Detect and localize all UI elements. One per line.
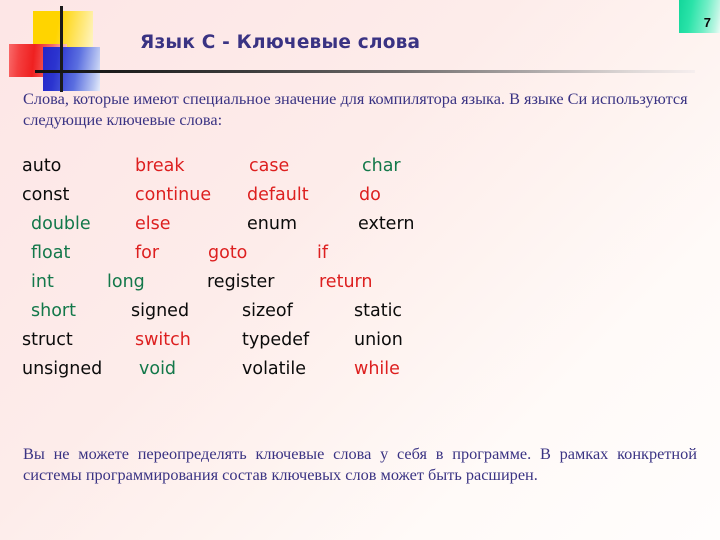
slide-canvas: 7 Язык С - Ключевые слова Слова, которые… (0, 0, 720, 540)
keyword-short: short (31, 301, 76, 321)
keyword-register: register (207, 272, 275, 292)
keyword-grid: auto break case char const continue default do d… (22, 156, 462, 390)
logo-vertical-bar-icon (60, 6, 63, 92)
keyword-default: default (247, 185, 309, 205)
page-title: Язык С - Ключевые слова (140, 32, 421, 53)
page-number-label: 7 (703, 15, 711, 30)
keyword-break: break (135, 156, 185, 176)
keyword-row: float for goto if (22, 243, 462, 274)
keyword-row: short signed sizeof static (22, 301, 462, 332)
keyword-double: double (31, 214, 91, 234)
keyword-return: return (319, 272, 373, 292)
keyword-int: int (31, 272, 54, 292)
keyword-unsigned: unsigned (22, 359, 103, 379)
footer-paragraph: Вы не можете переопределять ключевые сло… (23, 444, 697, 485)
keyword-row: int long register return (22, 272, 462, 303)
keyword-continue: continue (135, 185, 212, 205)
keyword-row: struct switch typedef union (22, 330, 462, 361)
keyword-typedef: typedef (242, 330, 310, 350)
keyword-struct: struct (22, 330, 73, 350)
keyword-if: if (317, 243, 329, 263)
keyword-for: for (135, 243, 160, 263)
keyword-extern: extern (358, 214, 415, 234)
keyword-char: char (362, 156, 401, 176)
page-number-badge: 7 (679, 0, 720, 33)
keyword-row: auto break case char (22, 156, 462, 187)
intro-paragraph: Слова, которые имеют специальное значени… (23, 89, 688, 129)
logo-blue-square-icon (43, 47, 100, 91)
keyword-row: double else enum extern (22, 214, 462, 245)
keyword-while: while (354, 359, 400, 379)
keyword-union: union (354, 330, 403, 350)
keyword-enum: enum (247, 214, 297, 234)
keyword-row: unsigned void volatile while (22, 359, 462, 390)
keyword-volatile: volatile (242, 359, 307, 379)
logo-squares-icon (0, 0, 132, 92)
keyword-signed: signed (131, 301, 190, 321)
keyword-auto: auto (22, 156, 62, 176)
keyword-const: const (22, 185, 70, 205)
keyword-static: static (354, 301, 403, 321)
keyword-sizeof: sizeof (242, 301, 293, 321)
keyword-row: const continue default do (22, 185, 462, 216)
keyword-void: void (139, 359, 177, 379)
keyword-switch: switch (135, 330, 191, 350)
keyword-case: case (249, 156, 290, 176)
keyword-float: float (31, 243, 71, 263)
keyword-goto: goto (208, 243, 248, 263)
title-divider-line (35, 70, 695, 73)
keyword-else: else (135, 214, 171, 234)
keyword-long: long (107, 272, 145, 292)
keyword-do: do (359, 185, 381, 205)
